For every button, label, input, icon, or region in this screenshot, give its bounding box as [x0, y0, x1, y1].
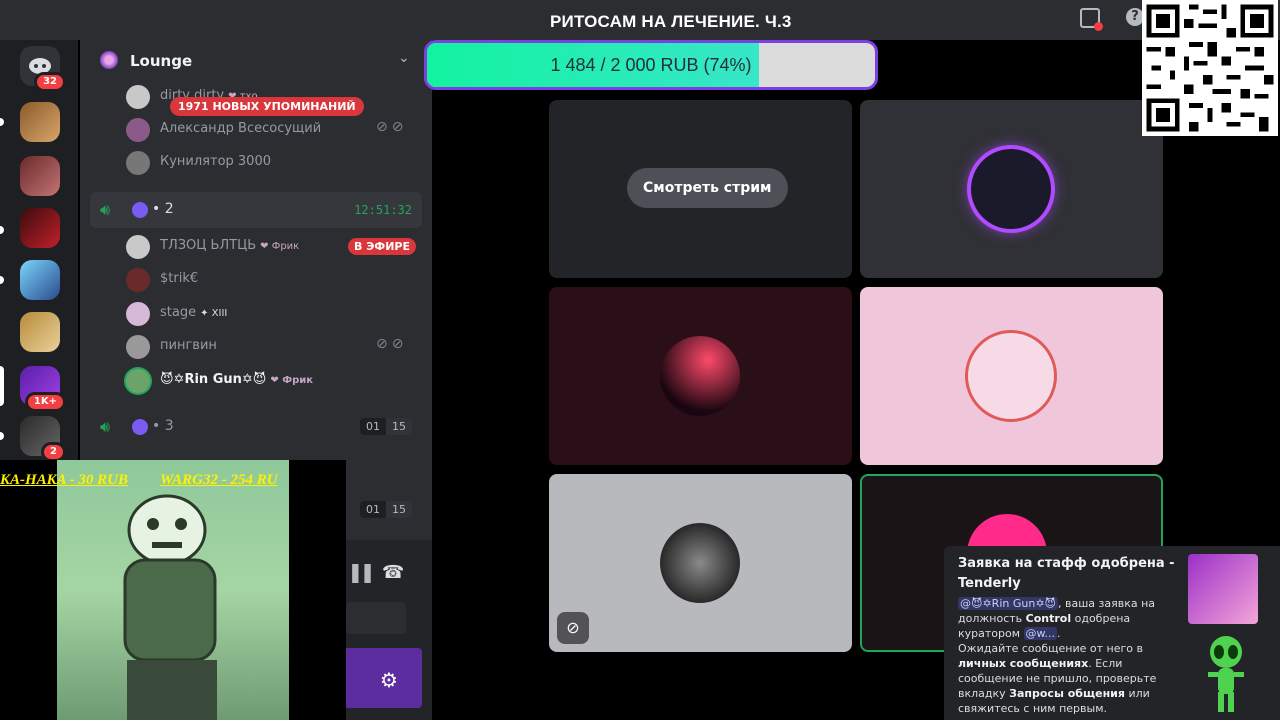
voice-channel-2[interactable]: 🔊︎ • 2 12:51:32 — [90, 192, 422, 228]
curator-mention[interactable]: @w... — [1023, 627, 1058, 640]
voice-controls-panel: ▐▐ ☎ ⚙ — [346, 540, 432, 720]
channel-emoji-icon — [132, 419, 148, 435]
webcam-image — [57, 460, 289, 720]
qr-code — [1142, 0, 1278, 136]
new-mentions-pill[interactable]: 1971 НОВЫХ УПОМИНАНИЙ — [170, 97, 364, 116]
call-timer: 12:51:32 — [354, 203, 412, 217]
user-limit-counter: 01 15 — [360, 418, 412, 435]
inbox-icon[interactable] — [1080, 8, 1103, 31]
member-name: Александр Всесосущий — [160, 121, 322, 136]
channel-emoji-icon — [132, 202, 148, 218]
avatar — [126, 151, 150, 175]
muted-deafened-icons: ⊘⊘ — [376, 119, 408, 135]
server-icon[interactable]: 2 — [20, 416, 66, 462]
participant-tile[interactable]: ⊘ — [549, 474, 852, 652]
member-name: 😈✡Rin Gun✡😈 ❤ Фрик — [160, 372, 314, 387]
alien-icon — [1208, 636, 1244, 712]
avatar — [126, 369, 150, 393]
server-badge: 1K+ — [24, 392, 66, 412]
muted-deafened-icons: ⊘⊘ — [376, 336, 408, 352]
server-icon[interactable] — [20, 260, 60, 300]
activity-button[interactable] — [346, 602, 406, 634]
participant-avatar — [965, 330, 1057, 422]
character-illustration — [123, 494, 217, 720]
user-limit-counter: 01 15 — [360, 501, 412, 518]
member-name: Кунилятор 3000 — [160, 154, 271, 169]
participant-tile[interactable] — [860, 287, 1163, 465]
live-badge: В ЭФИРЕ — [348, 238, 416, 255]
avatar — [126, 118, 150, 142]
server-icon[interactable] — [20, 208, 60, 248]
voice-member[interactable]: Александр Всесосущий ⊘⊘ — [126, 117, 426, 143]
avatar — [126, 85, 150, 109]
guild-icon — [100, 51, 118, 69]
avatar — [126, 335, 150, 359]
member-name: stage ✦ XIII — [160, 305, 228, 320]
voice-member[interactable]: Кунилятор 3000 — [126, 150, 426, 176]
speaker-icon: 🔊︎ — [100, 200, 111, 219]
voice-member[interactable]: stage ✦ XIII — [126, 301, 426, 327]
user-mention[interactable]: @😈✡Rin Gun✡😈 — [958, 597, 1059, 610]
notification-title: Заявка на стафф одобрена - Tenderly — [958, 556, 1175, 591]
participant-avatar — [971, 149, 1051, 229]
member-name: пингвин — [160, 338, 217, 353]
unread-pill — [0, 226, 4, 234]
gear-icon[interactable]: ⚙ — [380, 668, 398, 692]
unread-pill — [0, 276, 4, 284]
chevron-down-icon[interactable]: ⌄ — [398, 50, 410, 66]
server-icon[interactable]: 1K+ — [20, 366, 66, 412]
goal-progress-text: 1 484 / 2 000 RUB (74%) — [550, 55, 752, 75]
guild-name: Lounge — [130, 52, 193, 70]
voice-channel-name: • 3 — [152, 418, 174, 434]
stream-title: РИТОСАМ НА ЛЕЧЕНИЕ. Ч.3 — [550, 12, 792, 31]
avatar — [126, 268, 150, 292]
voice-member[interactable]: $trik€ — [126, 267, 426, 293]
participant-tile[interactable] — [549, 287, 852, 465]
server-icon[interactable] — [20, 102, 60, 142]
server-icon[interactable] — [20, 156, 60, 196]
speaker-icon: 🔊︎ — [100, 417, 111, 436]
notification-thumbnail — [1188, 554, 1258, 624]
guild-header[interactable]: Lounge ⌄ — [80, 40, 432, 80]
unread-pill — [0, 432, 4, 440]
selected-pill — [0, 366, 4, 406]
voice-channel-name: • 2 — [152, 201, 174, 217]
avatar — [126, 235, 150, 259]
top-bar: РИТОСАМ НА ЛЕЧЕНИЕ. Ч.3 ? — [0, 0, 1280, 40]
voice-member[interactable]: 😈✡Rin Gun✡😈 ❤ Фрик — [126, 368, 426, 394]
server-badge: 2 — [41, 442, 66, 462]
donation-ticker: KA-HAKA - 30 RUB WARG32 - 254 RU — [0, 472, 346, 489]
qr-code-image — [1142, 0, 1278, 136]
stream-tile[interactable]: Смотреть стрим — [549, 100, 852, 278]
webcam-overlay: KA-HAKA - 30 RUB WARG32 - 254 RU — [0, 460, 346, 720]
watch-stream-button[interactable]: Смотреть стрим — [627, 168, 788, 208]
disconnect-icon[interactable]: ☎ — [382, 562, 404, 583]
voice-member[interactable]: пингвин ⊘⊘ — [126, 334, 426, 360]
donation-entry: KA-HAKA - 30 RUB — [0, 472, 128, 488]
unread-pill — [0, 118, 4, 126]
participant-avatar — [660, 523, 740, 603]
notification-body: @😈✡Rin Gun✡😈, ваша заявка на должность C… — [958, 597, 1157, 715]
voice-channel-3[interactable]: 🔊︎ • 3 01 15 — [90, 409, 422, 445]
notification-toast[interactable]: Заявка на стафф одобрена - Tenderly @😈✡R… — [944, 546, 1280, 720]
avatar — [126, 302, 150, 326]
home-button[interactable]: 32 — [20, 46, 66, 92]
donation-goal-bar: 1 484 / 2 000 RUB (74%) — [424, 40, 878, 90]
participant-avatar — [660, 336, 740, 416]
donation-entry: WARG32 - 254 RU — [159, 472, 278, 488]
participant-tile[interactable] — [860, 100, 1163, 278]
member-name: ТЛЗОЦ ЬЛТЦЬ ❤ Фрик — [160, 238, 300, 253]
server-icon[interactable] — [20, 312, 60, 352]
home-badge: 32 — [34, 72, 66, 92]
video-hidden-icon[interactable]: ⊘ — [557, 612, 589, 644]
soundboard-icon[interactable]: ▐▐ — [346, 564, 371, 583]
member-name: $trik€ — [160, 271, 199, 286]
